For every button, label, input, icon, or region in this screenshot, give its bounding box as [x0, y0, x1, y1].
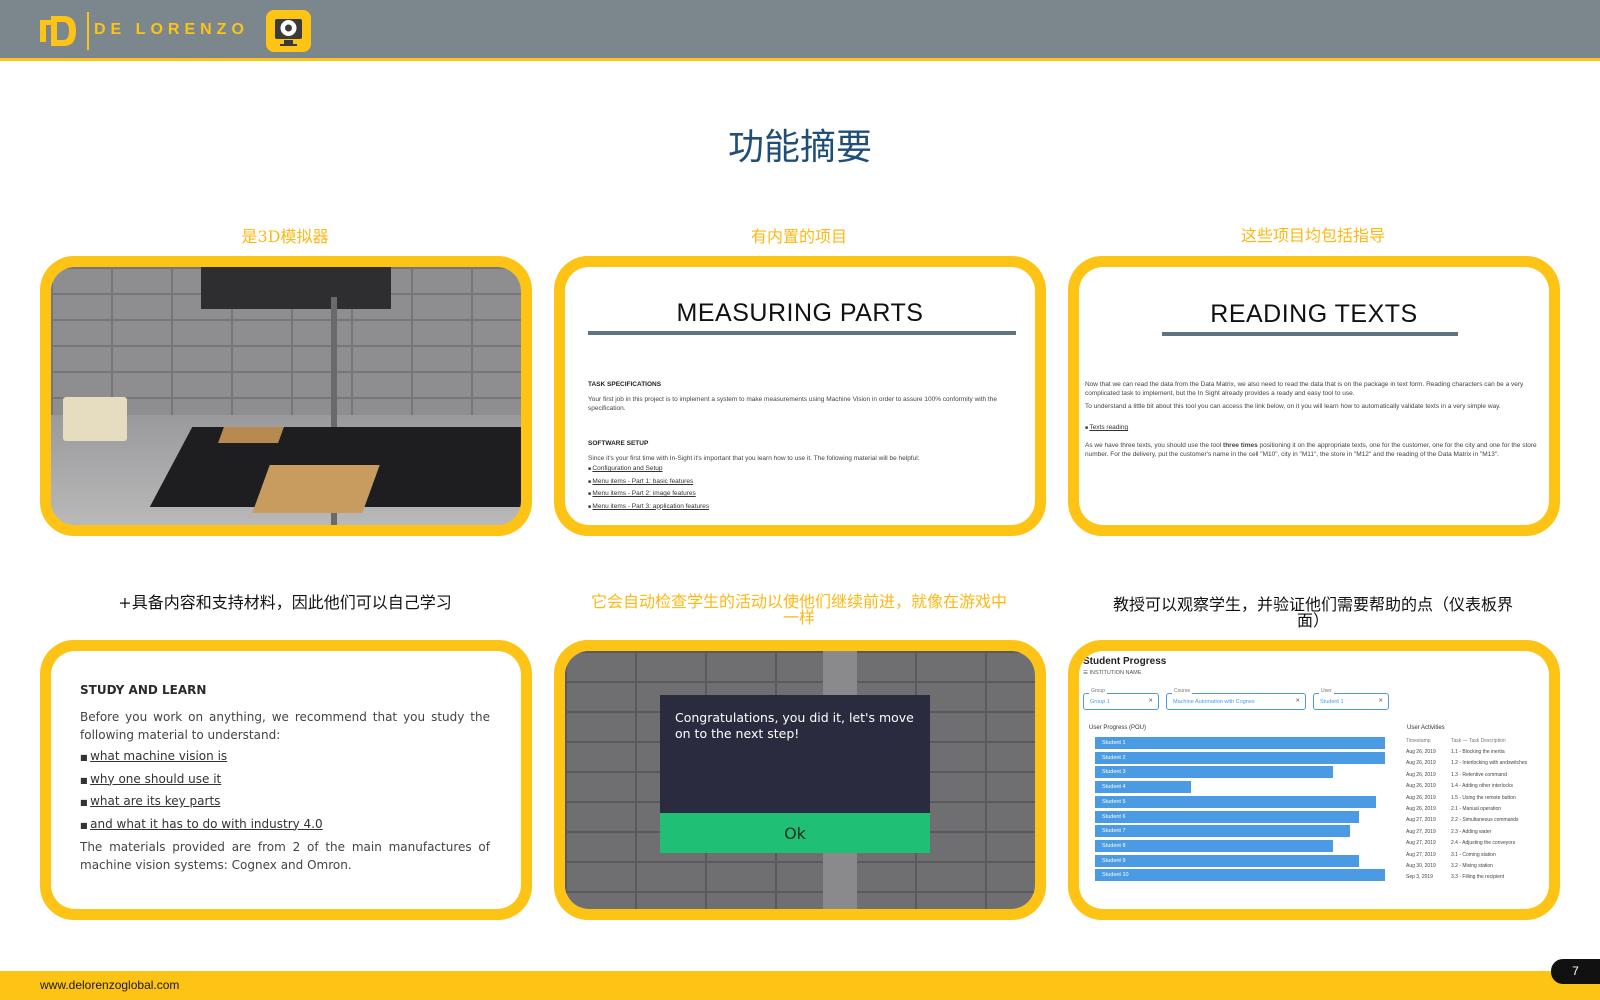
game-scene: Congratulations, you did it, let's move …	[565, 651, 1035, 909]
top-bar: DE LORENZO	[0, 0, 1600, 61]
study-links: what machine vision is why one should us…	[80, 746, 323, 836]
list-item[interactable]: why one should use it	[80, 769, 323, 792]
list-item[interactable]: Menu items - Part 3: application feature…	[588, 501, 709, 514]
heading-rule	[588, 331, 1016, 335]
congrats-message: Congratulations, you did it, let's move …	[675, 710, 914, 741]
reading-links: Texts reading	[1085, 422, 1128, 435]
software-setup-text: Since it's your first time with In-Sight…	[588, 455, 920, 462]
clear-icon[interactable]: ✕	[1295, 698, 1300, 704]
list-item[interactable]: Texts reading	[1085, 422, 1128, 435]
table-row[interactable]: Student 6	[1095, 810, 1359, 823]
table-row[interactable]: Student 9	[1095, 854, 1359, 867]
caption-3d-simulator: 是3D模拟器	[241, 227, 329, 246]
list-item: Sep 3, 2019 3.3 - Filling the recipient	[1406, 874, 1505, 881]
scene-light-panel	[201, 267, 391, 309]
simulator-scene[interactable]	[51, 267, 521, 525]
list-item: Aug 27, 2019 3.1 - Coming station	[1406, 851, 1496, 858]
ok-button[interactable]: Ok	[660, 813, 930, 853]
scene-control-panel	[63, 397, 127, 441]
caption-self-study: +具备内容和支持材料，因此他们可以自己学习	[118, 593, 452, 612]
card-study-and-learn: STUDY AND LEARN Before you work on anyth…	[40, 640, 532, 920]
list-item[interactable]: Menu items - Part 2: image features	[588, 488, 709, 501]
caption-projects-guidance: 这些项目均包括指导	[1240, 226, 1385, 245]
list-item: Aug 26, 2019 1.5 - Using the remote butto…	[1406, 794, 1516, 801]
group-filter[interactable]: Group Group 1 ✕	[1083, 688, 1159, 710]
caption-built-in-projects: 有内置的项目	[750, 227, 847, 246]
table-row[interactable]: Student 7	[1095, 825, 1350, 838]
list-item: Aug 26, 2019 1.3 - Retentive command	[1406, 771, 1507, 778]
list-item: Aug 26, 2019 2.1 - Manual operation	[1406, 806, 1502, 812]
setup-links: Configuration and Setup Menu items - Par…	[588, 463, 709, 513]
footer-url[interactable]: www.delorenzoglobal.com	[40, 978, 179, 992]
software-setup-title: SOFTWARE SETUP	[588, 440, 649, 447]
de-lorenzo-logo-icon	[40, 16, 76, 46]
user-activities-title: User Activities	[1407, 725, 1445, 731]
card-dashboard: Student Progress ☰ INSTITUTION NAME Grou…	[1068, 640, 1560, 920]
list-item[interactable]: and what it has to do with industry 4.0	[80, 814, 323, 837]
logo-divider	[87, 12, 89, 50]
reading-paragraph-3: As we have three texts, you should use t…	[1085, 442, 1537, 458]
card-reading-texts: READING TEXTS Now that we can read the d…	[1068, 256, 1560, 536]
caption-auto-check: 它会自动检查学生的活动以使他们继续前进，就像在游戏中一样	[590, 592, 1007, 627]
study-title: STUDY AND LEARN	[80, 683, 207, 697]
list-item[interactable]: Configuration and Setup	[588, 463, 709, 476]
list-item: Aug 26, 2019 1.1 - Blocking the inertia	[1406, 749, 1505, 755]
reading-doc: READING TEXTS Now that we can read the d…	[1079, 267, 1549, 525]
dashboard-title: Student Progress	[1083, 656, 1167, 667]
dashboard-panel: Student Progress ☰ INSTITUTION NAME Grou…	[1079, 651, 1549, 909]
activities-header: Timestamp Task — Task Description	[1406, 738, 1506, 744]
study-outro: The materials provided are from 2 of the…	[80, 840, 490, 872]
simulator-gear-icon	[266, 10, 311, 52]
table-row[interactable]: Student 1	[1095, 737, 1385, 749]
list-item[interactable]: what machine vision is	[80, 746, 323, 769]
list-item: Aug 26, 2019 1.2 - Interlocking with ands…	[1406, 760, 1528, 767]
list-item[interactable]: what are its key parts	[80, 791, 323, 814]
scene-wood-plate	[252, 465, 380, 513]
heading-rule	[1162, 332, 1458, 336]
card-3d-simulator	[40, 256, 532, 536]
reading-heading: READING TEXTS	[1210, 300, 1418, 328]
list-item: Aug 27, 2019 2.3 - Adding water	[1406, 828, 1492, 835]
reading-paragraph-2: To understand a little bit about this to…	[1085, 403, 1501, 410]
page-number: 7	[1551, 959, 1600, 984]
course-filter[interactable]: Course Machine Automation with Cognex ✕	[1166, 688, 1306, 710]
list-item: Aug 26, 2019 1.4 - Adding other interlock…	[1406, 783, 1513, 790]
list-item: Aug 30, 2019 3.2 - Mixing station	[1406, 863, 1493, 869]
measuring-doc: MEASURING PARTS TASK SPECIFICATIONS Your…	[565, 267, 1035, 525]
clear-icon[interactable]: ✕	[1378, 698, 1383, 704]
table-row[interactable]: Student 10	[1095, 869, 1385, 882]
institution-name: ☰ INSTITUTION NAME	[1083, 670, 1142, 676]
page-title: 功能摘要	[727, 127, 872, 168]
table-row[interactable]: Student 8	[1095, 839, 1333, 852]
card-measuring-parts: MEASURING PARTS TASK SPECIFICATIONS Your…	[554, 256, 1046, 536]
table-row[interactable]: Student 4	[1095, 781, 1191, 794]
task-specifications-text: Your first job in this project is to imp…	[588, 396, 997, 412]
scene-wood-part	[218, 427, 284, 443]
caption-dashboard: 教授可以观察学生，并验证他们需要帮助的点（仪表板界面）	[1112, 595, 1513, 630]
study-doc: STUDY AND LEARN Before you work on anyth…	[51, 651, 521, 909]
measuring-heading: MEASURING PARTS	[676, 299, 924, 327]
table-row[interactable]: Student 3	[1095, 766, 1333, 779]
user-filter[interactable]: User Student 1 ✕	[1313, 688, 1389, 710]
footer-bar: www.delorenzoglobal.com	[0, 971, 1600, 1000]
clear-icon[interactable]: ✕	[1148, 698, 1153, 704]
table-row[interactable]: Student 5	[1095, 795, 1376, 808]
task-specifications-title: TASK SPECIFICATIONS	[588, 381, 662, 388]
list-item: Aug 27, 2019 2.2 - Simultaneous commands	[1406, 817, 1519, 824]
list-item[interactable]: Menu items - Part 1: basic features	[588, 476, 709, 489]
study-intro: Before you work on anything, we recommen…	[80, 710, 490, 742]
list-item: Aug 27, 2019 2.4 - Adjusting the conveyor…	[1406, 840, 1516, 847]
table-row[interactable]: Student 2	[1095, 751, 1385, 764]
logo-text: DE LORENZO	[94, 21, 249, 38]
card-auto-check: Congratulations, you did it, let's move …	[554, 640, 1046, 920]
congrats-dialog: Congratulations, you did it, let's move …	[660, 695, 930, 853]
reading-paragraph-1: Now that we can read the data from the D…	[1085, 381, 1524, 397]
user-progress-title: User Progress (POU)	[1089, 725, 1147, 731]
